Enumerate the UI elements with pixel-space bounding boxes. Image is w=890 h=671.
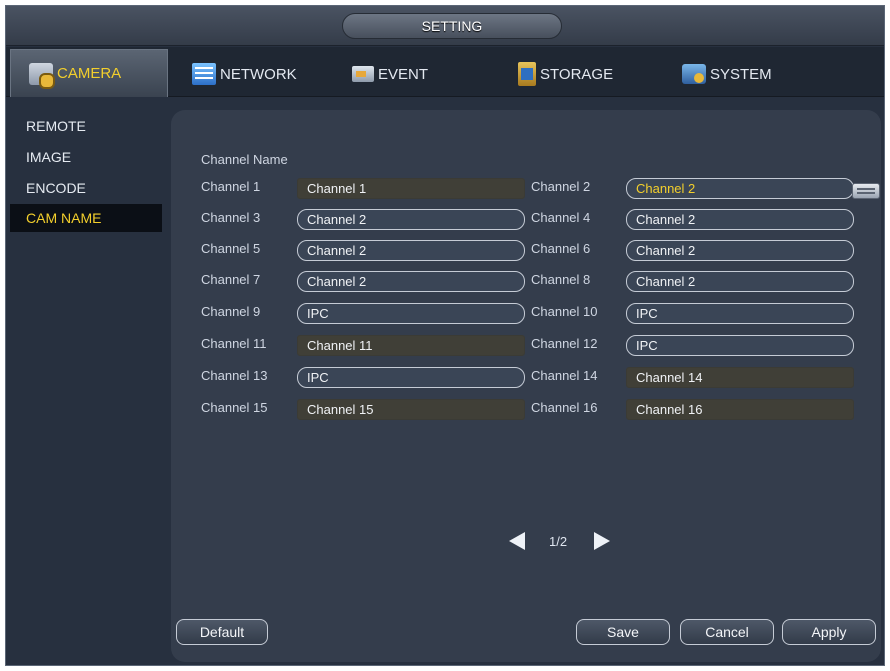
previous-page-icon[interactable] [509,532,525,550]
storage-icon [518,62,536,86]
channel-name-input[interactable] [626,178,854,199]
tab-system-label: SYSTEM [710,65,772,83]
channel-label: Channel 16 [531,400,598,415]
keyboard-icon[interactable] [852,183,880,199]
tab-event[interactable]: EVENT [352,55,428,93]
settings-window: SETTING CAMERA NETWORK EVENT STORAGE SYS… [5,5,885,666]
channel-name-input[interactable] [297,240,525,261]
event-icon [352,66,374,82]
page-indicator: 1/2 [549,534,568,549]
channel-label: Channel 6 [531,241,591,256]
section-title: Channel Name [201,152,288,167]
tab-storage-label: STORAGE [540,65,614,83]
channel-label: Channel 13 [201,368,268,383]
channel-label: Channel 8 [531,272,591,287]
channel-label: Channel 5 [201,241,261,256]
channel-name-input[interactable] [626,209,854,230]
channel-name-input[interactable] [626,240,854,261]
next-page-icon[interactable] [594,532,610,550]
sidebar-item-cam-name[interactable]: CAM NAME [10,204,162,232]
channel-name-input[interactable] [626,271,854,292]
tab-system[interactable]: SYSTEM [682,55,772,93]
sidebar: REMOTE IMAGE ENCODE CAM NAME [6,98,171,665]
channel-label: Channel 12 [531,336,598,351]
main-tab-bar: CAMERA NETWORK EVENT STORAGE SYSTEM [6,47,884,97]
tab-camera[interactable]: CAMERA [10,49,168,97]
sidebar-item-image[interactable]: IMAGE [10,143,162,171]
camera-icon [29,62,55,89]
channel-label: Channel 3 [201,210,261,225]
channel-label: Channel 7 [201,272,261,287]
tab-event-label: EVENT [378,65,429,83]
channel-name-input[interactable] [626,335,854,356]
channel-name-input[interactable] [297,367,525,388]
cancel-button[interactable]: Cancel [680,619,774,645]
tab-network-label: NETWORK [220,65,297,83]
channel-name-input[interactable] [626,399,854,420]
title-bar: SETTING [6,6,884,46]
channel-label: Channel 10 [531,304,598,319]
channel-label: Channel 11 [201,336,267,351]
window-title: SETTING [342,13,562,39]
channel-label: Channel 9 [201,304,261,319]
sidebar-item-encode[interactable]: ENCODE [10,174,162,202]
channel-label: Channel 4 [531,210,591,225]
apply-button[interactable]: Apply [782,619,876,645]
channel-name-input[interactable] [626,367,854,388]
channel-name-input[interactable] [297,303,525,324]
default-button[interactable]: Default [176,619,268,645]
channel-name-input[interactable] [297,399,525,420]
tab-camera-label: CAMERA [57,65,122,82]
channel-name-input[interactable] [297,335,525,356]
tab-network[interactable]: NETWORK [192,55,297,93]
channel-label: Channel 15 [201,400,268,415]
channel-name-input[interactable] [626,303,854,324]
network-icon [192,63,216,85]
channel-name-input[interactable] [297,178,525,199]
channel-name-input[interactable] [297,209,525,230]
sidebar-item-remote[interactable]: REMOTE [10,112,162,140]
channel-label: Channel 2 [531,179,591,194]
tab-storage[interactable]: STORAGE [518,55,613,93]
channel-label: Channel 1 [201,179,261,194]
system-icon [682,64,706,84]
channel-name-input[interactable] [297,271,525,292]
save-button[interactable]: Save [576,619,670,645]
channel-label: Channel 14 [531,368,598,383]
